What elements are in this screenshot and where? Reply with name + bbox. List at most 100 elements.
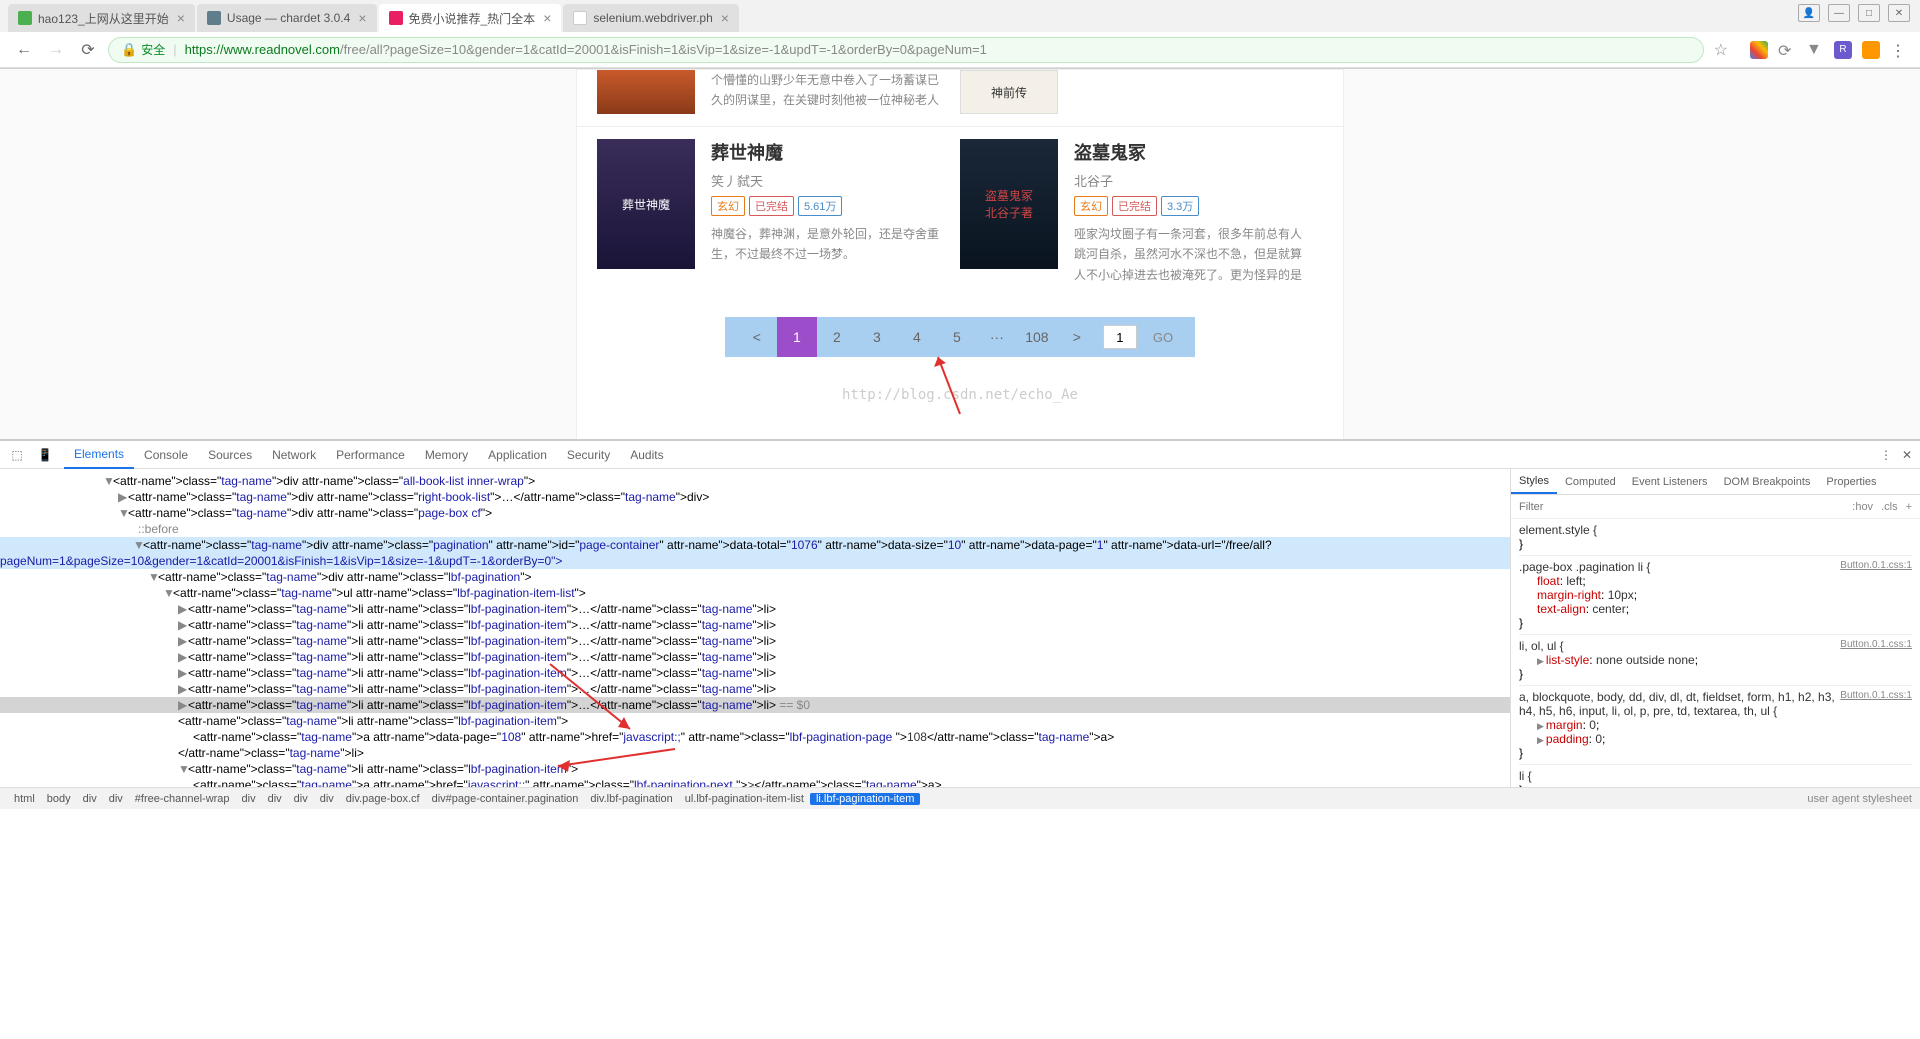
dom-node[interactable]: ▶<attr-name">class="tag-name">li attr-na… [0, 633, 1510, 649]
pagination-page[interactable]: 2 [817, 317, 857, 357]
dom-node[interactable]: ▶<attr-name">class="tag-name">li attr-na… [0, 649, 1510, 665]
dom-node[interactable]: ▼<attr-name">class="tag-name">ul attr-na… [0, 585, 1510, 601]
menu-icon[interactable]: ⋮ [1890, 41, 1908, 59]
ext-icon[interactable]: ⟳ [1778, 41, 1796, 59]
ext-icon[interactable]: R [1834, 41, 1852, 59]
devtools-tab-performance[interactable]: Performance [326, 441, 415, 469]
back-button[interactable]: ← [12, 38, 36, 62]
browser-tab[interactable]: selenium.webdriver.ph× [563, 4, 739, 32]
pagination-page[interactable]: 3 [857, 317, 897, 357]
breadcrumb-item[interactable]: html [8, 793, 41, 805]
breadcrumb-item[interactable]: li.lbf-pagination-item [810, 793, 920, 805]
close-icon[interactable]: × [543, 10, 551, 26]
dom-node[interactable]: <attr-name">class="tag-name">a attr-name… [0, 777, 1510, 787]
breadcrumb-item[interactable]: div [103, 793, 129, 805]
devtools-tab-audits[interactable]: Audits [620, 441, 673, 469]
cls-toggle[interactable]: .cls [1881, 501, 1898, 513]
dom-node[interactable]: pageNum=1&pageSize=10&gender=1&catId=200… [0, 553, 1510, 569]
book-cover[interactable]: 盗墓鬼冢 北谷子著 [960, 139, 1058, 269]
breadcrumb-item[interactable]: body [41, 793, 77, 805]
dom-node[interactable]: <attr-name">class="tag-name">li attr-nam… [0, 713, 1510, 729]
book-cover[interactable]: 葬世神魔 [597, 139, 695, 269]
book-cover[interactable]: 神前传 [960, 70, 1058, 114]
book-title[interactable]: 葬世神魔 [711, 139, 944, 165]
pagination-page[interactable]: 1 [777, 317, 817, 357]
ext-icon[interactable]: ▼ [1806, 41, 1824, 59]
devtools-tab-console[interactable]: Console [134, 441, 198, 469]
book-author[interactable]: 笑丿弑天 [711, 171, 944, 190]
styles-tab-breakpoints[interactable]: DOM Breakpoints [1716, 469, 1819, 494]
dom-node[interactable]: ▼<attr-name">class="tag-name">li attr-na… [0, 761, 1510, 777]
book-tag-category[interactable]: 玄幻 [711, 196, 745, 216]
dom-node[interactable]: ::before [0, 521, 1510, 537]
close-icon[interactable]: × [177, 10, 185, 26]
book-cover[interactable] [597, 70, 695, 114]
minimize-button[interactable]: — [1828, 4, 1850, 22]
dom-node[interactable]: ▶<attr-name">class="tag-name">li attr-na… [0, 665, 1510, 681]
dom-node[interactable]: ▶<attr-name">class="tag-name">div attr-n… [0, 489, 1510, 505]
dom-node[interactable]: ▼<attr-name">class="tag-name">div attr-n… [0, 537, 1510, 553]
dom-node[interactable]: <attr-name">class="tag-name">a attr-name… [0, 729, 1510, 745]
devtools-tab-network[interactable]: Network [262, 441, 326, 469]
breadcrumb-item[interactable]: div [262, 793, 288, 805]
pagination-prev[interactable]: < [737, 317, 777, 357]
devtools-tab-sources[interactable]: Sources [198, 441, 262, 469]
devtools-tab-memory[interactable]: Memory [415, 441, 478, 469]
dom-node[interactable]: ▼<attr-name">class="tag-name">div attr-n… [0, 473, 1510, 489]
url-input[interactable]: 🔒 安全 | https://www.readnovel.com/free/al… [108, 37, 1704, 63]
breadcrumb-item[interactable]: div [77, 793, 103, 805]
dom-node[interactable]: ▶<attr-name">class="tag-name">li attr-na… [0, 601, 1510, 617]
devtools-close-icon[interactable]: ✕ [1902, 448, 1912, 462]
device-icon[interactable]: 📱 [36, 446, 54, 464]
breadcrumb-item[interactable]: div#page-container.pagination [426, 793, 585, 805]
elements-tree[interactable]: ▼<attr-name">class="tag-name">div attr-n… [0, 469, 1510, 787]
dom-node[interactable]: ▼<attr-name">class="tag-name">div attr-n… [0, 505, 1510, 521]
hov-toggle[interactable]: :hov [1852, 501, 1873, 513]
browser-tab-active[interactable]: 免费小说推荐_热门全本× [379, 4, 562, 32]
ext-icon[interactable] [1862, 41, 1880, 59]
styles-tab-styles[interactable]: Styles [1511, 469, 1557, 494]
breadcrumb-item[interactable]: div [314, 793, 340, 805]
pagination-input[interactable] [1103, 325, 1137, 349]
pagination-go-button[interactable]: GO [1143, 330, 1183, 345]
book-tag-category[interactable]: 玄幻 [1074, 196, 1108, 216]
dom-node[interactable]: </attr-name">class="tag-name">li> [0, 745, 1510, 761]
devtools-tab-application[interactable]: Application [478, 441, 557, 469]
star-icon[interactable]: ☆ [1714, 40, 1728, 60]
styles-filter-input[interactable] [1519, 501, 1852, 513]
pagination-next[interactable]: > [1057, 317, 1097, 357]
user-icon[interactable]: 👤 [1798, 4, 1820, 22]
dom-node[interactable]: ▶<attr-name">class="tag-name">li attr-na… [0, 697, 1510, 713]
breadcrumb-item[interactable]: div.lbf-pagination [584, 793, 678, 805]
css-rules[interactable]: element.style {}Button.0.1.css:1.page-bo… [1511, 519, 1920, 787]
styles-tab-listeners[interactable]: Event Listeners [1624, 469, 1716, 494]
inspect-icon[interactable]: ⬚ [8, 446, 26, 464]
breadcrumb-item[interactable]: #free-channel-wrap [129, 793, 236, 805]
ext-icon[interactable] [1750, 41, 1768, 59]
dom-node[interactable]: ▶<attr-name">class="tag-name">li attr-na… [0, 617, 1510, 633]
breadcrumb-item[interactable]: div.page-box.cf [340, 793, 426, 805]
close-icon[interactable]: × [721, 10, 729, 26]
reload-button[interactable]: ⟳ [76, 38, 100, 62]
book-author[interactable]: 北谷子 [1074, 171, 1307, 190]
devtools-tab-elements[interactable]: Elements [64, 441, 134, 469]
dom-node[interactable]: ▼<attr-name">class="tag-name">div attr-n… [0, 569, 1510, 585]
pagination-page[interactable]: 4 [897, 317, 937, 357]
forward-button[interactable]: → [44, 38, 68, 62]
styles-tab-computed[interactable]: Computed [1557, 469, 1624, 494]
browser-tab[interactable]: Usage — chardet 3.0.4× [197, 4, 377, 32]
breadcrumb-item[interactable]: div [288, 793, 314, 805]
maximize-button[interactable]: □ [1858, 4, 1880, 22]
pagination-page-last[interactable]: 108 [1017, 317, 1057, 357]
styles-tab-properties[interactable]: Properties [1818, 469, 1884, 494]
book-title[interactable]: 盗墓鬼冢 [1074, 139, 1307, 165]
close-window-button[interactable]: ✕ [1888, 4, 1910, 22]
dom-node[interactable]: ▶<attr-name">class="tag-name">li attr-na… [0, 681, 1510, 697]
breadcrumb-item[interactable]: ul.lbf-pagination-item-list [679, 793, 810, 805]
pagination-page[interactable]: 5 [937, 317, 977, 357]
devtools-tab-security[interactable]: Security [557, 441, 620, 469]
breadcrumb-item[interactable]: div [236, 793, 262, 805]
devtools-menu-icon[interactable]: ⋮ [1880, 448, 1892, 462]
browser-tab[interactable]: hao123_上网从这里开始× [8, 4, 195, 32]
add-rule-button[interactable]: + [1906, 501, 1912, 513]
